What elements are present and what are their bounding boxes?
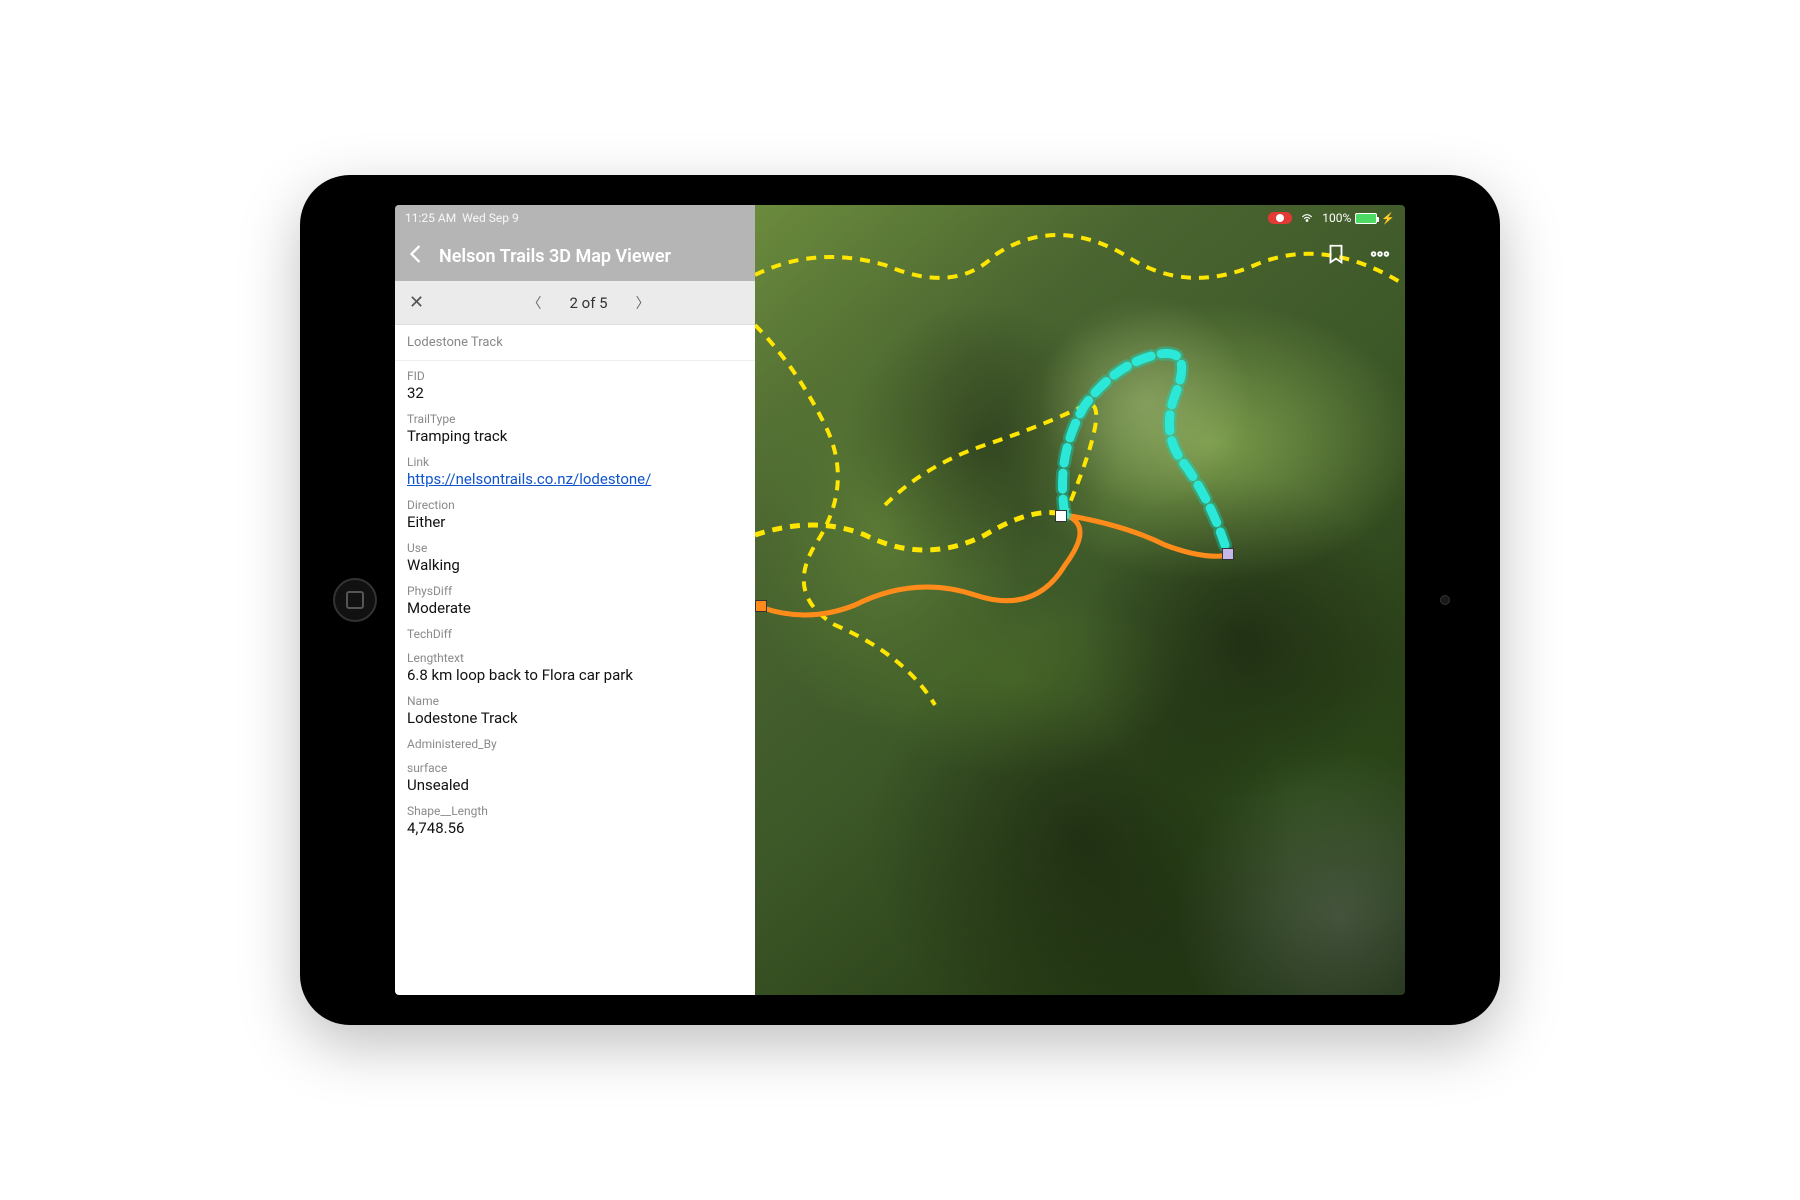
field-label: Link bbox=[407, 455, 743, 469]
field-techdiff: TechDiff bbox=[407, 627, 743, 641]
field-label: Shape__Length bbox=[407, 804, 743, 818]
field-label: Name bbox=[407, 694, 743, 708]
map-marker[interactable] bbox=[755, 600, 767, 612]
field-value: Either bbox=[407, 513, 743, 531]
back-arrow-icon[interactable] bbox=[405, 243, 427, 269]
map-marker[interactable] bbox=[1222, 548, 1234, 560]
field-value: 4,748.56 bbox=[407, 819, 743, 837]
screen: 11:25 AM Wed Sep 9 Nelson Trails 3D Map … bbox=[395, 205, 1405, 995]
field-label: Administered_By bbox=[407, 737, 743, 751]
field-value: Walking bbox=[407, 556, 743, 574]
field-value: Unsealed bbox=[407, 776, 743, 794]
close-icon[interactable]: ✕ bbox=[403, 286, 430, 319]
field-label: Use bbox=[407, 541, 743, 555]
status-time: 11:25 AM bbox=[405, 211, 456, 225]
attribute-list[interactable]: FID 32 TrailType Tramping track Link htt… bbox=[395, 361, 755, 995]
field-label: TrailType bbox=[407, 412, 743, 426]
battery-indicator: 100% ⚡ bbox=[1322, 211, 1395, 225]
field-value-link[interactable]: https://nelsontrails.co.nz/lodestone/ bbox=[407, 470, 743, 488]
field-surface: surface Unsealed bbox=[407, 761, 743, 794]
field-direction: Direction Either bbox=[407, 498, 743, 531]
field-name: Name Lodestone Track bbox=[407, 694, 743, 727]
field-trailtype: TrailType Tramping track bbox=[407, 412, 743, 445]
field-label: surface bbox=[407, 761, 743, 775]
home-button[interactable] bbox=[333, 578, 377, 622]
status-bar-right: 100% ⚡ bbox=[1258, 205, 1405, 231]
field-fid: FID 32 bbox=[407, 369, 743, 402]
field-physdiff: PhysDiff Moderate bbox=[407, 584, 743, 617]
field-value: Lodestone Track bbox=[407, 709, 743, 727]
title-bar: Nelson Trails 3D Map Viewer bbox=[395, 231, 755, 281]
bookmark-icon[interactable] bbox=[1325, 243, 1347, 269]
pager-bar: ✕ 〈 2 of 5 〉 bbox=[395, 281, 755, 325]
pager-next-icon[interactable]: 〉 bbox=[628, 289, 658, 317]
map-top-controls bbox=[1325, 243, 1391, 269]
more-icon[interactable] bbox=[1369, 243, 1391, 269]
field-administered-by: Administered_By bbox=[407, 737, 743, 751]
status-bar-left: 11:25 AM Wed Sep 9 bbox=[395, 205, 755, 231]
field-value: Moderate bbox=[407, 599, 743, 617]
field-lengthtext: Lengthtext 6.8 km loop back to Flora car… bbox=[407, 651, 743, 684]
charging-icon: ⚡ bbox=[1381, 212, 1395, 225]
pager-prev-icon[interactable]: 〈 bbox=[520, 289, 550, 317]
field-label: PhysDiff bbox=[407, 584, 743, 598]
field-label: Direction bbox=[407, 498, 743, 512]
map-3d-view[interactable]: 100% ⚡ bbox=[755, 205, 1405, 995]
battery-percent: 100% bbox=[1322, 211, 1351, 225]
status-date: Wed Sep 9 bbox=[462, 211, 519, 225]
info-panel: 11:25 AM Wed Sep 9 Nelson Trails 3D Map … bbox=[395, 205, 755, 995]
field-label: FID bbox=[407, 369, 743, 383]
field-label: TechDiff bbox=[407, 627, 743, 641]
field-value: 6.8 km loop back to Flora car park bbox=[407, 666, 743, 684]
field-link: Link https://nelsontrails.co.nz/lodeston… bbox=[407, 455, 743, 488]
field-shape-length: Shape__Length 4,748.56 bbox=[407, 804, 743, 837]
field-label: Lengthtext bbox=[407, 651, 743, 665]
feature-subtitle: Lodestone Track bbox=[395, 325, 755, 361]
pager-count: 2 of 5 bbox=[570, 294, 608, 312]
front-camera bbox=[1440, 595, 1450, 605]
tablet-frame: 11:25 AM Wed Sep 9 Nelson Trails 3D Map … bbox=[300, 175, 1500, 1025]
screen-record-indicator[interactable] bbox=[1268, 212, 1292, 224]
trail-overlay bbox=[755, 205, 1405, 995]
field-use: Use Walking bbox=[407, 541, 743, 574]
app-title: Nelson Trails 3D Map Viewer bbox=[439, 246, 671, 267]
battery-icon bbox=[1355, 213, 1377, 224]
field-value: 32 bbox=[407, 384, 743, 402]
wifi-icon bbox=[1300, 210, 1314, 227]
map-marker[interactable] bbox=[1055, 510, 1067, 522]
field-value: Tramping track bbox=[407, 427, 743, 445]
